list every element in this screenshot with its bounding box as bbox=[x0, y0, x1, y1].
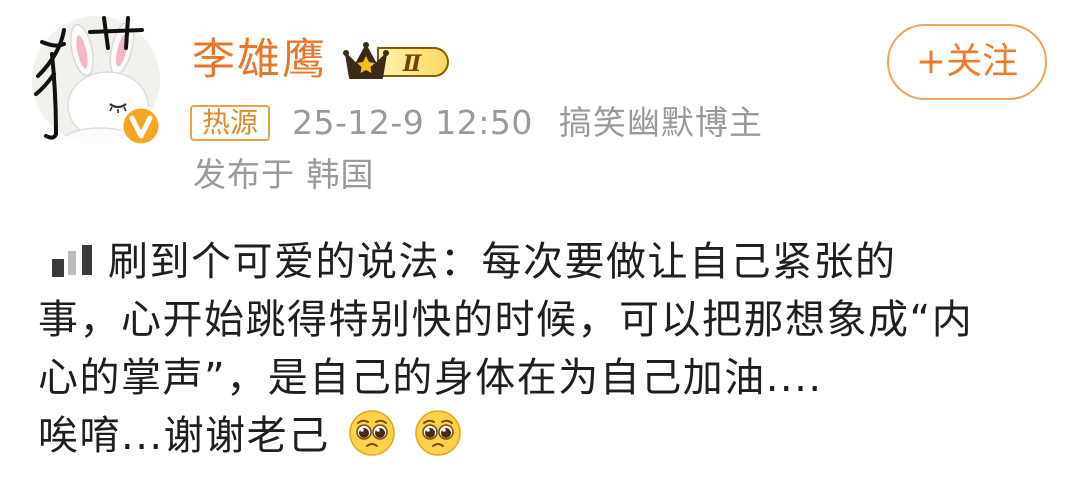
author-name[interactable]: 李雄鹰 bbox=[192, 34, 327, 86]
post-meta: 热源 25-12-9 12:50 搞笑幽默博主 bbox=[190, 103, 763, 143]
post-text-line: 刷到个可爱的说法：每次要做让自己紧张的 bbox=[38, 233, 1048, 291]
pleading-face-icon bbox=[415, 410, 461, 456]
hot-source-tag[interactable]: 热源 bbox=[190, 105, 271, 141]
post-text-line-4: 唉唷...谢谢老己 bbox=[38, 413, 330, 459]
crown-badge-icon: Ⅱ bbox=[343, 42, 449, 79]
post-body: 刷到个可爱的说法：每次要做让自己紧张的 事，心开始跳得特别快的时候，可以把那想象… bbox=[38, 233, 1048, 465]
verified-v-icon bbox=[120, 105, 162, 147]
post-text-line-2: 事，心开始跳得特别快的时候，可以把那想象成“内 bbox=[38, 297, 974, 343]
post-text-line: 唉唷...谢谢老己 bbox=[38, 407, 1048, 465]
crown-badge[interactable]: Ⅱ bbox=[342, 40, 454, 84]
post-timestamp: 25-12-9 12:50 bbox=[292, 103, 533, 142]
follow-button[interactable]: +关注 bbox=[887, 24, 1047, 100]
post-location: 发布于 韩国 bbox=[193, 155, 375, 194]
verified-badge bbox=[120, 105, 162, 147]
post-text-line-1: 刷到个可爱的说法：每次要做让自己紧张的 bbox=[108, 239, 897, 285]
badge-level: Ⅱ bbox=[402, 51, 423, 77]
author-description: 搞笑幽默博主 bbox=[558, 103, 763, 142]
pleading-face-icon bbox=[349, 410, 395, 456]
post-text-line-3: 心的掌声”，是自己的身体在为自己加油.... bbox=[38, 355, 823, 401]
redacted-mark bbox=[38, 241, 108, 281]
